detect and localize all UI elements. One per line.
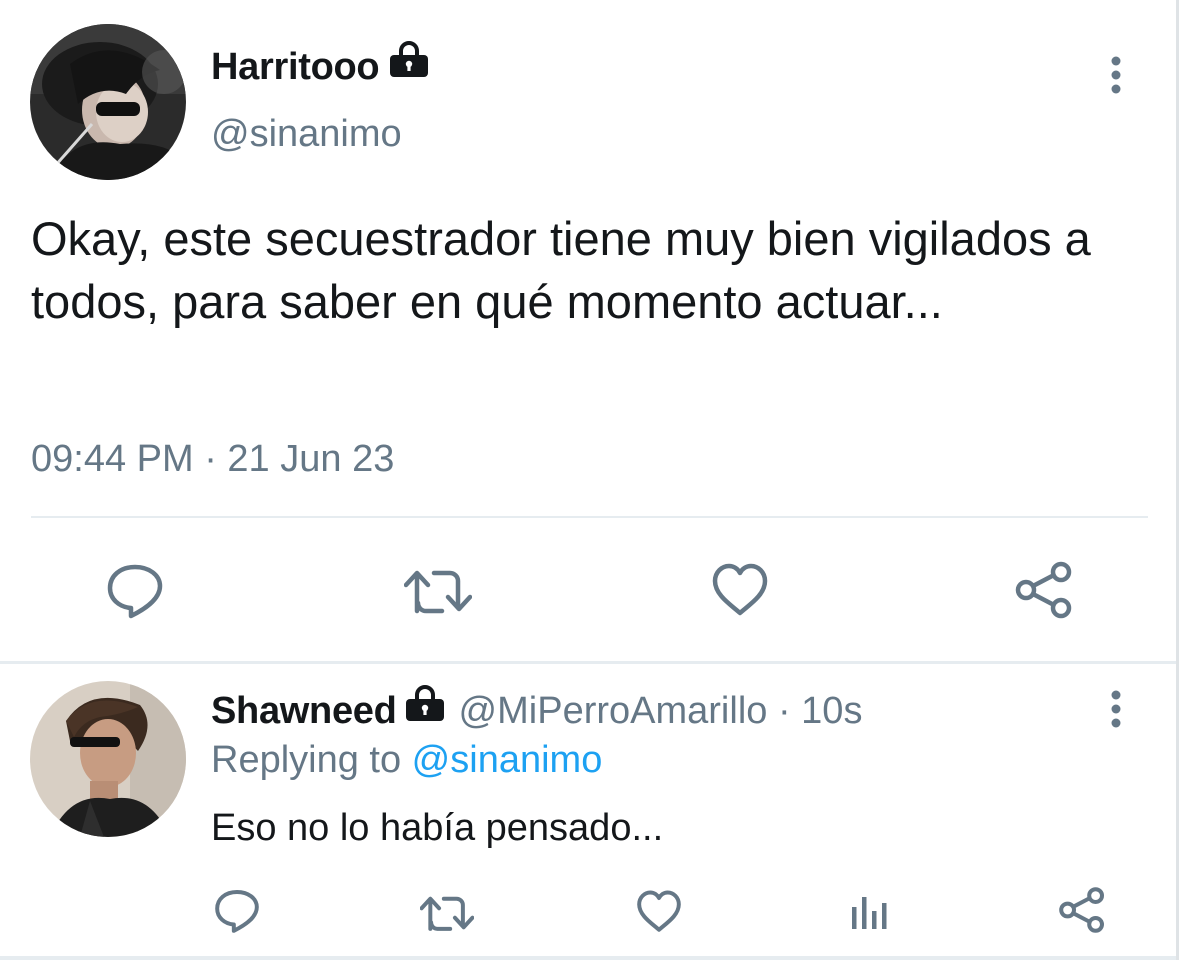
like-icon[interactable] — [636, 890, 682, 938]
divider — [0, 956, 1179, 960]
analytics-icon[interactable] — [850, 893, 890, 936]
share-icon[interactable] — [1058, 886, 1106, 939]
divider — [31, 516, 1148, 518]
author-avatar[interactable] — [30, 24, 186, 180]
replying-to-line: Replying to @sinanimo — [211, 735, 602, 785]
share-icon[interactable] — [1014, 560, 1074, 625]
retweet-icon[interactable] — [419, 892, 475, 939]
reply-time-ago: 10s — [801, 690, 863, 732]
separator-dot: · — [767, 690, 802, 732]
more-options-icon[interactable] — [1106, 690, 1126, 735]
tweet-detail-screen: Harritooo @sinanimo Okay, este secuestra… — [0, 0, 1179, 960]
tweet-timestamp[interactable]: 09:44 PM · 21 Jun 23 — [31, 434, 394, 484]
author-handle[interactable]: @sinanimo — [211, 109, 402, 159]
reply-author-handle[interactable]: @MiPerroAmarillo — [459, 690, 768, 732]
author-display-name[interactable]: Harritooo — [211, 46, 380, 88]
divider — [0, 661, 1176, 664]
reply-author-avatar[interactable] — [30, 681, 186, 837]
reply-icon[interactable] — [106, 562, 164, 625]
more-options-icon[interactable] — [1106, 56, 1126, 101]
replying-to-mention[interactable]: @sinanimo — [412, 739, 603, 781]
reply-author-name[interactable]: Shawneed — [211, 690, 397, 732]
lock-icon — [405, 684, 445, 734]
retweet-icon[interactable] — [403, 565, 473, 622]
author-name-row[interactable]: Harritooo — [211, 40, 429, 92]
reply-text: Eso no lo había pensado... — [211, 807, 664, 849]
tweet-text: Okay, este secuestrador tiene muy bien v… — [31, 212, 1091, 328]
reply-header: Shawneed @MiPerroAmarillo · 10s — [211, 684, 863, 736]
like-icon[interactable] — [711, 563, 769, 622]
reply-icon[interactable] — [214, 888, 260, 939]
replying-to-label: Replying to — [211, 739, 412, 781]
lock-icon — [389, 40, 429, 90]
